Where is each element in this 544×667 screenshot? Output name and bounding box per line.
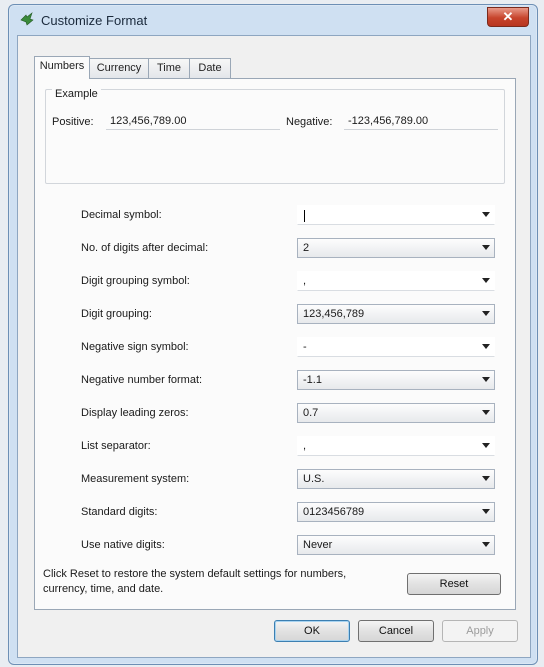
numbers-tab-panel: Example Positive: 123,456,789.00 Negativ… <box>34 78 516 610</box>
negative-example-value: -123,456,789.00 <box>344 113 498 130</box>
digit-grouping-value: 123,456,789 <box>303 308 365 320</box>
standard-digits-combo[interactable]: 0123456789 <box>297 502 495 522</box>
digits-after-decimal-label: No. of digits after decimal: <box>81 242 209 254</box>
display-leading-zeros-value: 0.7 <box>303 407 319 419</box>
chevron-down-icon[interactable] <box>482 476 490 481</box>
chevron-down-icon[interactable] <box>482 410 490 415</box>
title-bar[interactable]: Customize Format ✕ <box>9 5 537 35</box>
use-native-digits-combo[interactable]: Never <box>297 535 495 555</box>
digit-grouping-symbol-label: Digit grouping symbol: <box>81 275 190 287</box>
standard-digits-value: 0123456789 <box>303 506 365 518</box>
decimal-symbol-combo[interactable] <box>297 205 495 225</box>
apply-button: Apply <box>442 620 518 642</box>
example-group: Example Positive: 123,456,789.00 Negativ… <box>45 88 505 184</box>
reset-button[interactable]: Reset <box>407 573 501 595</box>
positive-example-value: 123,456,789.00 <box>106 113 280 130</box>
use-native-digits-label: Use native digits: <box>81 539 165 551</box>
standard-digits-label: Standard digits: <box>81 506 158 518</box>
example-group-label: Example <box>52 88 101 100</box>
chevron-down-icon[interactable] <box>482 344 490 349</box>
negative-label: Negative: <box>286 116 333 128</box>
window-title: Customize Format <box>41 13 148 28</box>
digit-grouping-label: Digit grouping: <box>81 308 152 320</box>
measurement-system-label: Measurement system: <box>81 473 190 485</box>
use-native-digits-value: Never <box>303 539 333 551</box>
negative-number-format-label: Negative number format: <box>81 374 203 386</box>
list-separator-label: List separator: <box>81 440 151 452</box>
measurement-system-value: U.S. <box>303 473 325 485</box>
list-separator-combo[interactable]: , <box>297 436 495 456</box>
negative-sign-symbol-value: - <box>303 341 307 353</box>
chevron-down-icon[interactable] <box>482 278 490 283</box>
negative-sign-symbol-combo[interactable]: - <box>297 337 495 357</box>
digit-grouping-combo[interactable]: 123,456,789 <box>297 304 495 324</box>
chevron-down-icon[interactable] <box>482 245 490 250</box>
ok-button[interactable]: OK <box>274 620 350 642</box>
negative-number-format-combo[interactable]: -1.1 <box>297 370 495 390</box>
digit-grouping-symbol-combo[interactable]: , <box>297 271 495 291</box>
control-panel-icon <box>20 12 34 26</box>
digit-grouping-symbol-value: , <box>303 275 307 287</box>
digits-after-decimal-value: 2 <box>303 242 310 254</box>
display-leading-zeros-combo[interactable]: 0.7 <box>297 403 495 423</box>
text-caret <box>304 210 305 222</box>
close-button[interactable]: ✕ <box>487 7 529 27</box>
decimal-symbol-label: Decimal symbol: <box>81 209 162 221</box>
chevron-down-icon[interactable] <box>482 311 490 316</box>
tab-numbers[interactable]: Numbers <box>34 56 90 79</box>
cancel-button[interactable]: Cancel <box>358 620 434 642</box>
negative-number-format-value: -1.1 <box>303 374 322 386</box>
chevron-down-icon[interactable] <box>482 377 490 382</box>
display-leading-zeros-label: Display leading zeros: <box>81 407 189 419</box>
chevron-down-icon[interactable] <box>482 542 490 547</box>
tab-date[interactable]: Date <box>189 58 231 78</box>
tab-time[interactable]: Time <box>148 58 190 78</box>
reset-note: Click Reset to restore the system defaul… <box>43 568 347 595</box>
measurement-system-combo[interactable]: U.S. <box>297 469 495 489</box>
positive-label: Positive: <box>52 116 94 128</box>
chevron-down-icon[interactable] <box>482 443 490 448</box>
list-separator-value: , <box>303 440 307 452</box>
negative-sign-symbol-label: Negative sign symbol: <box>81 341 189 353</box>
digits-after-decimal-combo[interactable]: 2 <box>297 238 495 258</box>
chevron-down-icon[interactable] <box>482 509 490 514</box>
customize-format-dialog: Customize Format ✕ Numbers Currency Time… <box>8 4 538 665</box>
dialog-client-area: Numbers Currency Time Date Example Posit… <box>17 35 531 658</box>
chevron-down-icon[interactable] <box>482 212 490 217</box>
tab-currency[interactable]: Currency <box>89 58 149 78</box>
